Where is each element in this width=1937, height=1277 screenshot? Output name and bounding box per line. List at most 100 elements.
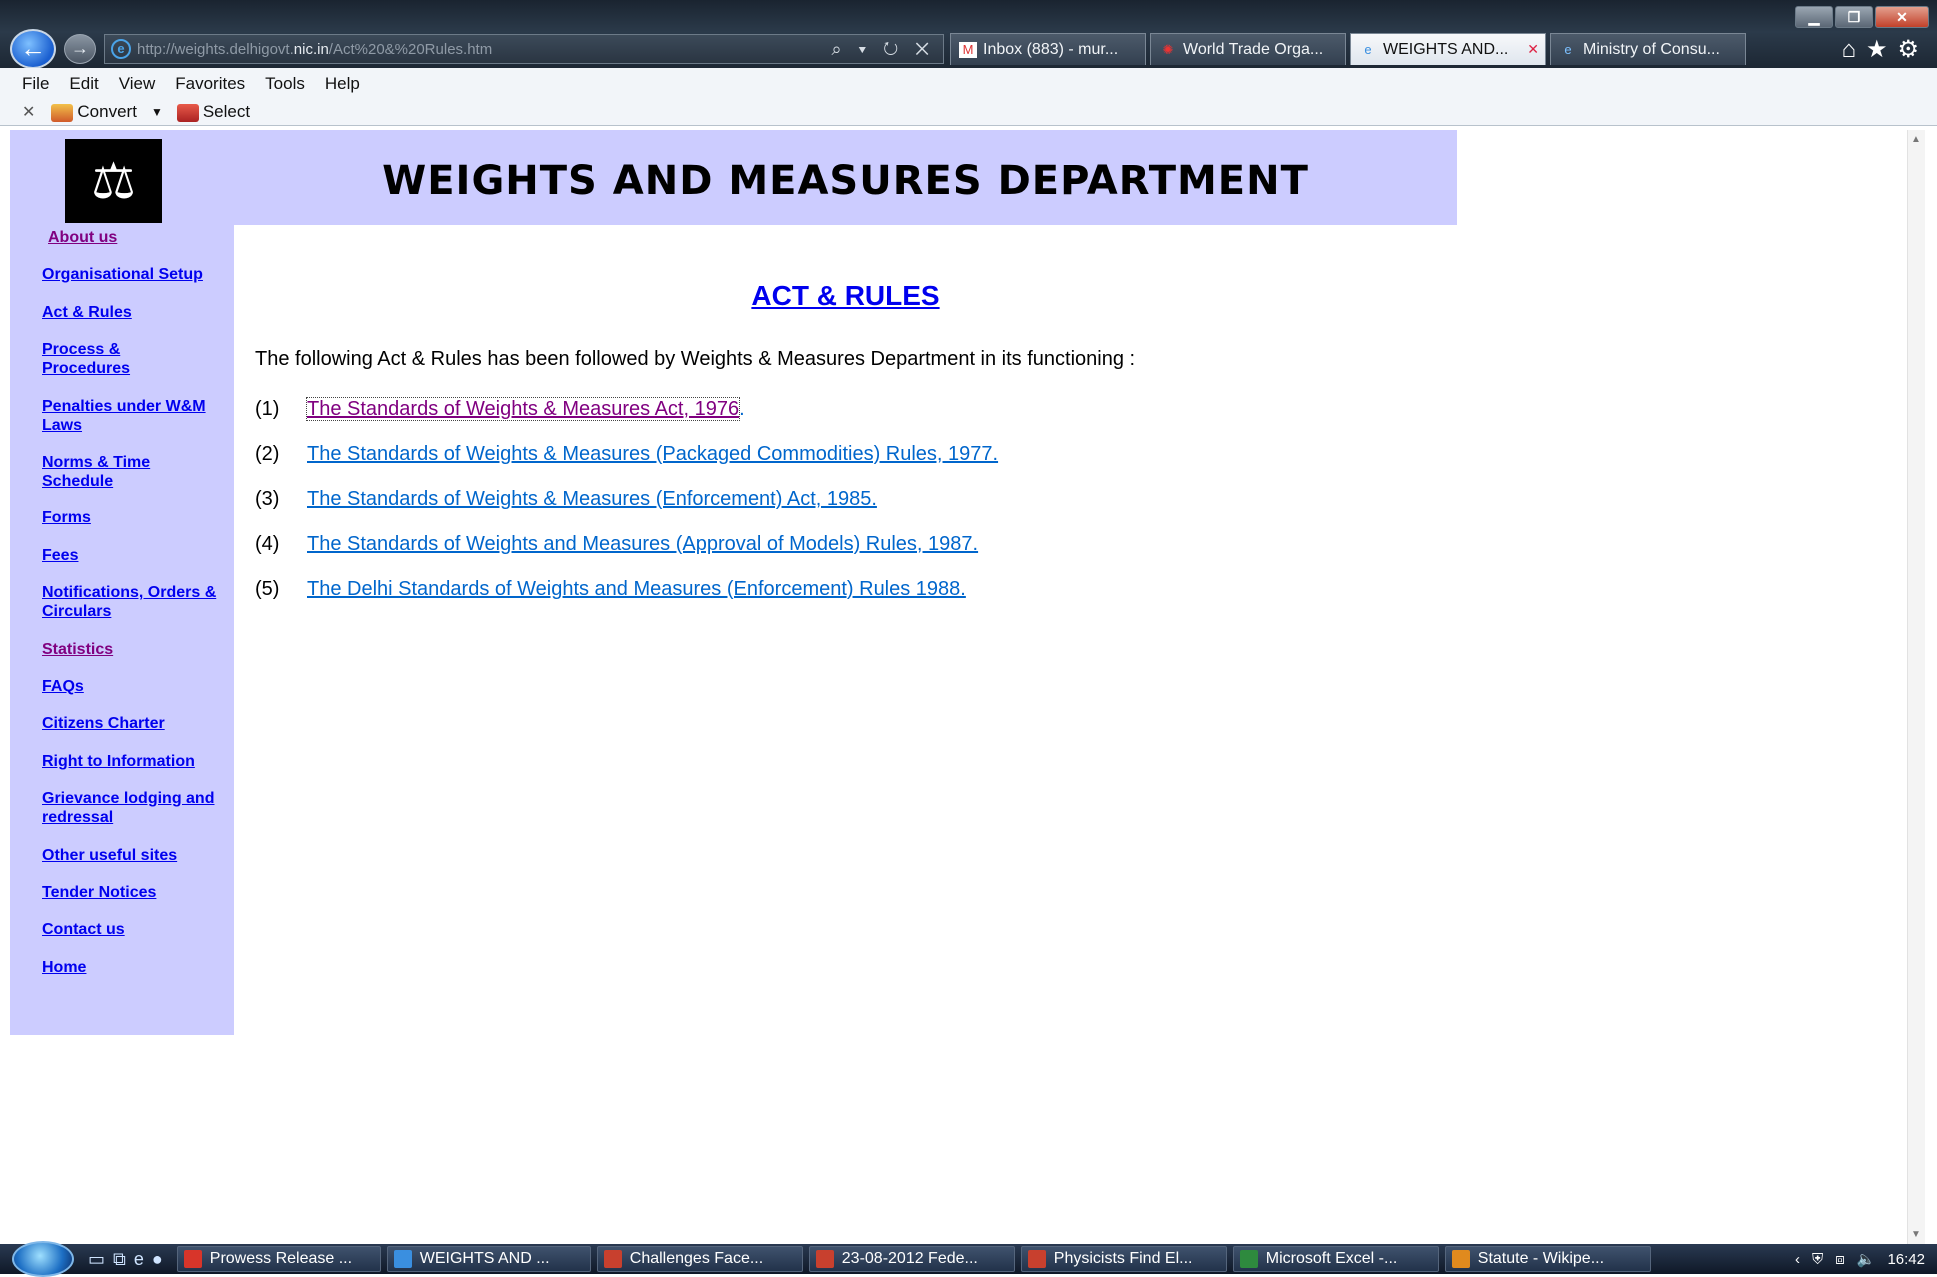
excel-icon [1239,1250,1258,1268]
taskbar-item-challenges[interactable]: Challenges Face... [596,1246,803,1272]
system-tray: ‹ ⛨ ⧈ 🔈 16:42 [1795,1250,1937,1269]
taskbar-item-statute[interactable]: Statute - Wikipe... [1444,1246,1651,1272]
ie-page-icon: e [111,39,131,59]
quick-launch: ▭ ⧉ e ● [88,1249,163,1270]
act-link-1985[interactable]: The Standards of Weights & Measures (Enf… [307,488,877,510]
pdf-icon [183,1250,202,1268]
sidebar-item-home[interactable]: Home [42,958,237,977]
firefox-icon [1451,1250,1470,1268]
act-link-1988[interactable]: The Delhi Standards of Weights and Measu… [307,578,966,600]
sidebar-item-penalties[interactable]: Penalties under W&M Laws [42,397,237,435]
list-item: (2) The Standards of Weights & Measures (… [255,443,998,466]
shield-icon[interactable]: ⛨ [1812,1251,1823,1268]
start-button[interactable] [12,1241,74,1277]
select-button[interactable]: Select [176,102,250,122]
ie-page-icon: e [1564,41,1572,57]
sidebar-item-statistics[interactable]: Statistics [42,640,237,659]
sidebar-item-fees[interactable]: Fees [42,546,237,565]
volume-icon[interactable]: 🔈 [1857,1250,1876,1268]
convert-icon [51,103,74,122]
home-icon[interactable]: ⌂ [1841,36,1866,63]
ie-launch-icon[interactable]: e [134,1249,144,1270]
media-player-icon[interactable]: ● [152,1249,163,1270]
sidebar-item-contact-us[interactable]: Contact us [42,920,237,939]
convert-button[interactable]: Convert [51,102,137,122]
item-number: (2) [255,443,280,465]
browser-toolbar-icons: ⌂★⚙ [1841,35,1935,64]
tab-label: WEIGHTS AND... [1383,40,1509,58]
sidebar-item-about-us[interactable]: About us [48,228,243,247]
ie-page-icon: e [1364,41,1372,57]
sidebar-item-faqs[interactable]: FAQs [42,677,237,696]
sidebar-item-act-rules[interactable]: Act & Rules [42,303,237,322]
menu-favorites[interactable]: Favorites [175,74,245,94]
site-header: WEIGHTS AND MEASURES DEPARTMENT [234,130,1457,225]
favorites-star-icon[interactable]: ★ [1866,36,1898,63]
gear-icon[interactable]: ⚙ [1897,36,1929,63]
list-item: (3) The Standards of Weights & Measures (… [255,488,877,511]
menu-help[interactable]: Help [325,74,360,94]
sidebar-item-organisational-setup[interactable]: Organisational Setup [42,265,237,284]
pdf-icon [1027,1250,1046,1268]
close-window-button[interactable]: ✕ [1875,6,1929,28]
switch-windows-icon[interactable]: ⧉ [113,1249,126,1270]
sidebar-item-notifications[interactable]: Notifications, Orders & Circulars [42,583,222,621]
sidebar-item-forms[interactable]: Forms [42,508,237,527]
tray-expand-icon[interactable]: ‹ [1795,1251,1800,1268]
site-title: WEIGHTS AND MEASURES DEPARTMENT [382,158,1309,204]
navigation-row: ← → e http://weights.delhigovt.nic.in/Ac… [10,29,1935,69]
sidebar-item-process-procedures[interactable]: Process & Procedures [42,340,162,378]
close-tab-icon[interactable]: ✕ [1527,41,1539,58]
network-icon[interactable]: ⧈ [1835,1251,1845,1268]
forward-button[interactable]: → [64,34,96,64]
chevron-down-icon[interactable]: ▼ [151,105,163,119]
sidebar-item-right-to-information[interactable]: Right to Information [42,752,237,771]
act-link-1987[interactable]: The Standards of Weights and Measures (A… [307,533,978,555]
taskbar-item-23-08-2012[interactable]: 23-08-2012 Fede... [808,1246,1015,1272]
sidebar-item-tender-notices[interactable]: Tender Notices [42,883,237,902]
tab-weights-and-measures[interactable]: e WEIGHTS AND... ✕ [1350,33,1546,65]
wto-icon: ✺ [1162,41,1174,57]
tab-label: World Trade Orga... [1183,40,1324,58]
act-link-1976[interactable]: The Standards of Weights & Measures Act,… [305,397,741,421]
menu-edit[interactable]: Edit [69,74,98,94]
menu-file[interactable]: File [22,74,49,94]
item-trailer: . [739,398,745,420]
address-tools[interactable]: ⌕ ▾ ↻ ✕ [831,39,943,60]
command-bar: ✕ Convert ▼ Select [22,102,250,122]
sidebar-item-norms-time-schedule[interactable]: Norms & Time Schedule [42,453,172,491]
tab-wto[interactable]: ✺ World Trade Orga... [1150,33,1346,65]
item-number: (4) [255,533,280,555]
menu-items: File Edit View Favorites Tools Help [22,74,360,94]
close-toolbar-icon[interactable]: ✕ [22,102,35,122]
tab-gmail[interactable]: M Inbox (883) - mur... [950,33,1146,65]
back-button[interactable]: ← [10,29,56,69]
taskbar-item-excel[interactable]: Microsoft Excel -... [1232,1246,1439,1272]
page-heading[interactable]: ACT & RULES [234,280,1457,312]
sidebar-item-grievance[interactable]: Grievance lodging and redressal [42,789,234,827]
show-desktop-icon[interactable]: ▭ [88,1249,105,1270]
address-bar[interactable]: e http://weights.delhigovt.nic.in/Act%20… [104,34,944,64]
scroll-up-icon[interactable]: ▲ [1911,134,1921,145]
taskbar-item-prowess[interactable]: Prowess Release ... [176,1246,381,1272]
tab-label: Inbox (883) - mur... [983,40,1119,58]
sidebar-item-other-useful-sites[interactable]: Other useful sites [42,846,237,865]
window-controls: ▁ ❐ ✕ [1795,6,1929,28]
sidebar-item-citizens-charter[interactable]: Citizens Charter [42,714,237,733]
minimize-button[interactable]: ▁ [1795,6,1833,28]
act-link-1977[interactable]: The Standards of Weights & Measures (Pac… [307,443,998,465]
menu-view[interactable]: View [119,74,156,94]
tab-label: Ministry of Consu... [1583,40,1720,58]
taskbar-item-physicists[interactable]: Physicists Find El... [1020,1246,1227,1272]
vertical-scrollbar[interactable]: ▲ ▼ [1907,130,1925,1244]
restore-button[interactable]: ❐ [1835,6,1873,28]
intro-text: The following Act & Rules has been follo… [255,348,1136,370]
taskbar-item-weights[interactable]: WEIGHTS AND ... [386,1246,591,1272]
menu-tools[interactable]: Tools [265,74,305,94]
url-text[interactable]: http://weights.delhigovt.nic.in/Act%20&%… [137,41,831,58]
tab-ministry[interactable]: e Ministry of Consu... [1550,33,1746,65]
list-item: (4) The Standards of Weights and Measures… [255,533,978,556]
scroll-down-icon[interactable]: ▼ [1911,1229,1921,1240]
page-viewport: WEIGHTS AND MEASURES DEPARTMENT ⚖ About … [10,130,1925,1244]
clock[interactable]: 16:42 [1887,1251,1925,1268]
